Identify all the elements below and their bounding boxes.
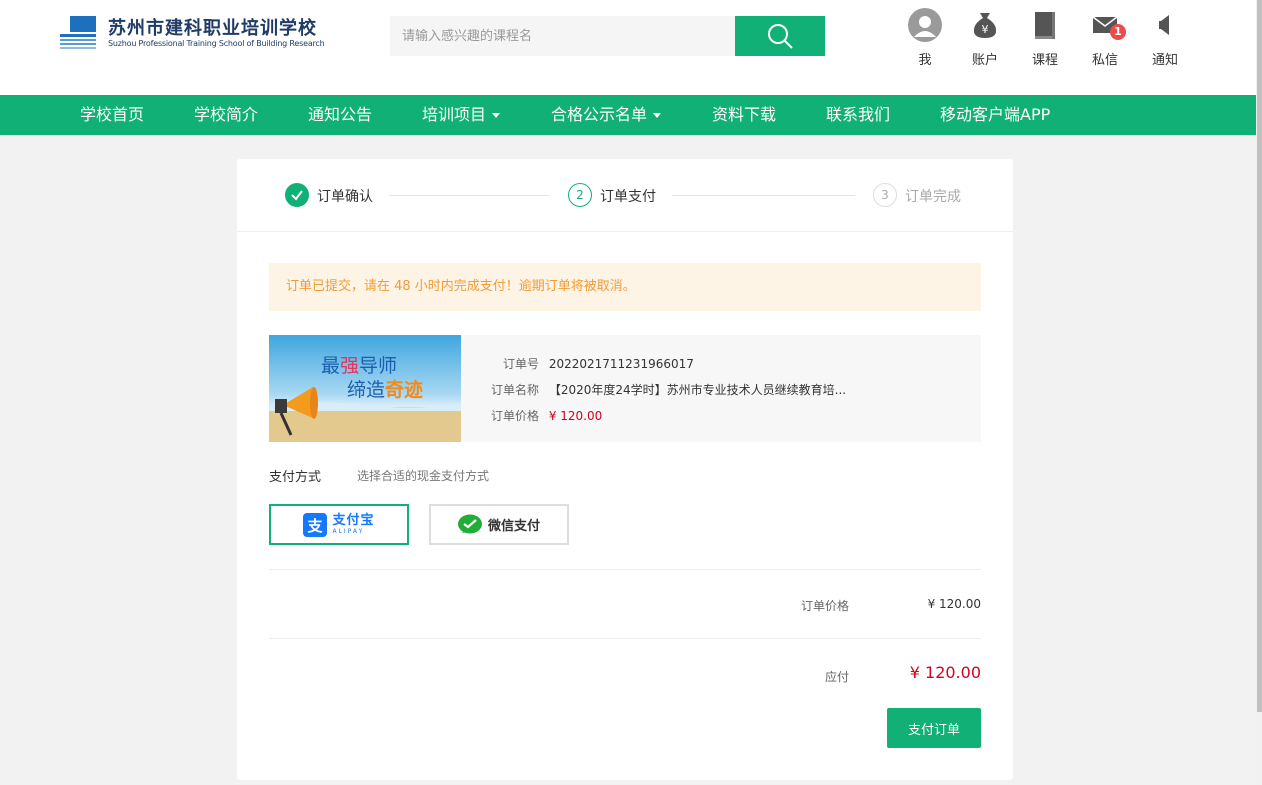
svg-text:支: 支 <box>307 517 324 535</box>
nav-item-app[interactable]: 移动客户端APP <box>940 95 1050 135</box>
order-number-label: 订单号 <box>502 357 539 371</box>
search-icon <box>768 24 793 49</box>
banner-text: 强 <box>340 355 360 377</box>
banner-text: 最 <box>321 355 341 377</box>
nav-item-training-label: 培训项目 <box>422 105 487 124</box>
message-menu[interactable]: 1 私信 <box>1075 8 1135 68</box>
nav-item-contact[interactable]: 联系我们 <box>826 95 890 135</box>
order-number-value: 2022021711231966017 <box>548 357 694 371</box>
banner-text: 导师 <box>359 355 398 377</box>
main-nav: 学校首页 学校简介 通知公告 培训项目 合格公示名单 资料下载 联系我们 移动客… <box>0 95 1256 135</box>
summary-price-value: ¥ 120.00 <box>927 597 981 611</box>
banner-text: 缔造 <box>347 379 386 401</box>
payment-method-title: 支付方式 <box>269 470 322 485</box>
notice-label: 通知 <box>1151 53 1178 68</box>
order-number-row: 订单号 2022021711231966017 <box>491 355 694 372</box>
banner-text: 奇迹 <box>385 379 424 401</box>
order-name-value: 【2020年度24学时】苏州市专业技术人员继续教育培... <box>548 383 847 397</box>
wechat-pay-label: 微信支付 <box>487 519 540 534</box>
nav-item-intro[interactable]: 学校简介 <box>194 95 258 135</box>
nav-item-qualified-list[interactable]: 合格公示名单 <box>551 95 662 135</box>
scrollbar-thumb[interactable] <box>1257 0 1262 712</box>
account-label: 账户 <box>971 53 998 68</box>
notice-menu[interactable]: 通知 <box>1135 8 1195 68</box>
step-2-label: 订单支付 <box>600 189 656 205</box>
step-3-index: 3 <box>873 183 897 207</box>
nav-item-downloads[interactable]: 资料下载 <box>712 95 776 135</box>
payment-deadline-notice: 订单已提交，请在 48 小时内完成支付！逾期订单将被取消。 <box>269 263 981 311</box>
alipay-option[interactable]: 支 支付宝 ALIPAY <box>269 504 409 545</box>
money-bag-icon: ¥ <box>973 13 997 38</box>
book-icon <box>1035 12 1055 39</box>
alipay-sublabel: ALIPAY <box>332 528 365 535</box>
pay-order-button[interactable]: 支付订单 <box>887 708 981 748</box>
check-icon <box>291 190 303 201</box>
user-menu[interactable]: 我 <box>895 8 955 68</box>
order-name-label: 订单名称 <box>491 383 540 397</box>
order-price-row: 订单价格 ¥ 120.00 <box>491 407 602 424</box>
payment-method-hint: 选择合适的现金支付方式 <box>357 469 490 483</box>
logo-mark-icon <box>60 16 96 50</box>
wechat-pay-option[interactable]: 微信支付 <box>429 504 569 545</box>
step-divider <box>389 195 549 196</box>
chevron-down-icon <box>492 113 501 118</box>
order-info: 最强导师 缔造奇迹 订单号 2022021711231966017 订单名称 【… <box>269 335 981 442</box>
order-price-label: 订单价格 <box>491 409 540 423</box>
divider <box>269 569 981 570</box>
message-label: 私信 <box>1091 53 1118 68</box>
search-button[interactable] <box>735 16 825 56</box>
divider <box>269 638 981 639</box>
course-banner-image: 最强导师 缔造奇迹 <box>269 335 461 442</box>
search-input[interactable] <box>390 16 735 56</box>
amount-due-value: ¥ 120.00 <box>909 663 981 682</box>
alipay-icon: 支 <box>303 512 328 537</box>
school-logo[interactable]: 苏州市建科职业培训学校 Suzhou Professional Training… <box>60 14 325 54</box>
order-steps: 订单确认 2 订单支付 3 订单完成 <box>237 159 1013 232</box>
step-2-index: 2 <box>568 183 592 207</box>
school-name-cn: 苏州市建科职业培训学校 <box>108 18 317 39</box>
svg-text:¥: ¥ <box>982 23 989 36</box>
step-divider <box>672 195 855 196</box>
course-menu[interactable]: 课程 <box>1015 8 1075 68</box>
site-header: 苏州市建科职业培训学校 Suzhou Professional Training… <box>0 0 1256 95</box>
step-1-done-icon <box>285 183 309 207</box>
amount-due-label: 应付 <box>825 670 850 684</box>
step-1-label: 订单确认 <box>317 189 373 205</box>
order-price-value: ¥ 120.00 <box>548 409 603 423</box>
nav-item-training[interactable]: 培训项目 <box>422 95 501 135</box>
order-name-row: 订单名称 【2020年度24学时】苏州市专业技术人员继续教育培... <box>491 381 846 398</box>
speaker-icon <box>1159 15 1169 35</box>
nav-item-home[interactable]: 学校首页 <box>80 95 144 135</box>
course-label: 课程 <box>1031 53 1058 68</box>
account-menu[interactable]: ¥ 账户 <box>955 8 1015 68</box>
wechat-pay-icon <box>457 514 482 533</box>
summary-price-label: 订单价格 <box>801 599 850 613</box>
step-3-label: 订单完成 <box>905 189 961 205</box>
order-payment-card: 订单确认 2 订单支付 3 订单完成 订单已提交，请在 48 小时内完成支付！逾… <box>237 159 1013 780</box>
nav-item-announcements[interactable]: 通知公告 <box>308 95 372 135</box>
nav-item-qualified-list-label: 合格公示名单 <box>551 105 648 124</box>
chevron-down-icon <box>653 113 662 118</box>
message-badge: 1 <box>1110 24 1126 40</box>
user-label: 我 <box>918 53 932 68</box>
school-name-en: Suzhou Professional Training School of B… <box>108 39 325 48</box>
avatar-icon <box>908 8 942 42</box>
alipay-label: 支付宝 <box>332 513 375 528</box>
